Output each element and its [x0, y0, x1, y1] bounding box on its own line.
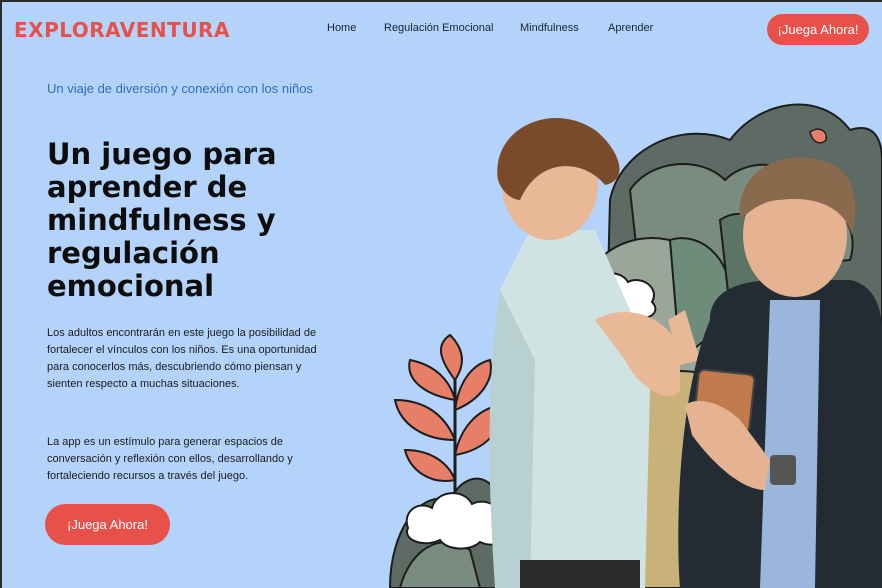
- left-border: [0, 0, 2, 588]
- hero-tagline: Un viaje de diversión y conexión con los…: [47, 81, 313, 96]
- play-now-header-button[interactable]: ¡Juega Ahora!: [767, 14, 869, 45]
- nav-mindfulness[interactable]: Mindfulness: [520, 22, 579, 34]
- play-now-hero-button[interactable]: ¡Juega Ahora!: [45, 504, 170, 545]
- main-nav: Home Regulación Emocional Mindfulness Ap…: [0, 22, 882, 38]
- hero-illustration: [388, 103, 882, 588]
- nav-home[interactable]: Home: [327, 22, 356, 34]
- top-border: [0, 0, 882, 2]
- hero-paragraph-2: La app es un estímulo para generar espac…: [47, 436, 293, 482]
- hero-paragraph-1: Los adultos encontrarán en este juego la…: [47, 327, 317, 390]
- nav-regulacion-emocional[interactable]: Regulación Emocional: [384, 22, 493, 34]
- hero-title: Un juego para aprender de mindfulness y …: [47, 137, 277, 303]
- nav-aprender[interactable]: Aprender: [608, 22, 653, 34]
